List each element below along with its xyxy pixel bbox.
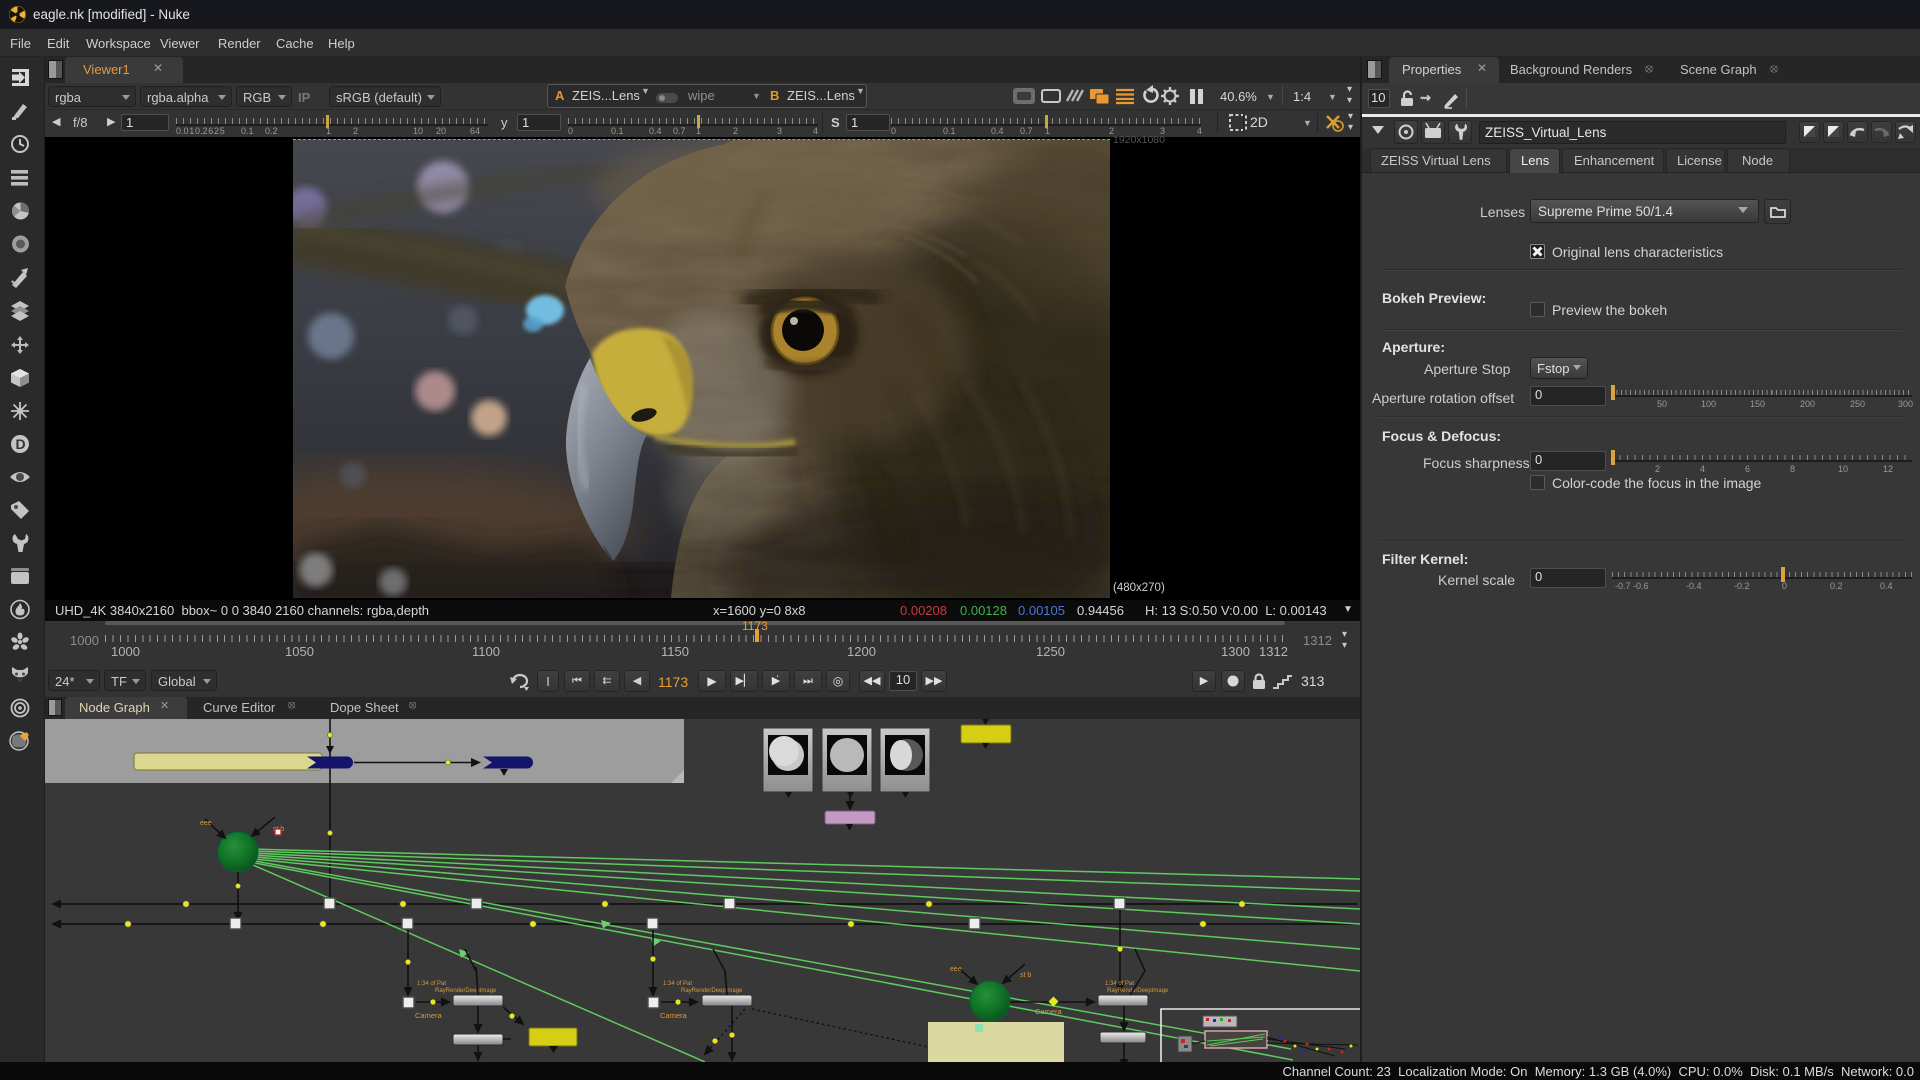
- svg-text:RayRenderDeepImage: RayRenderDeepImage: [435, 988, 497, 994]
- svg-text:Camera: Camera: [1035, 1007, 1063, 1016]
- svg-text:D: D: [16, 436, 26, 452]
- svg-text:eee: eee: [950, 966, 962, 973]
- svg-text:1:34 of Pat: 1:34 of Pat: [663, 981, 692, 987]
- svg-text:1:34 of Pat: 1:34 of Pat: [1105, 981, 1134, 987]
- svg-text:Camera: Camera: [415, 1011, 443, 1020]
- svg-text:RayRenderDeepImage: RayRenderDeepImage: [1107, 988, 1169, 994]
- svg-text:RayRenderDeepImage: RayRenderDeepImage: [681, 988, 743, 994]
- svg-text:st b: st b: [1020, 972, 1031, 979]
- svg-text:1:34 of Pat: 1:34 of Pat: [417, 981, 446, 987]
- svg-text:Camera: Camera: [660, 1011, 688, 1020]
- svg-text:eee: eee: [200, 820, 212, 827]
